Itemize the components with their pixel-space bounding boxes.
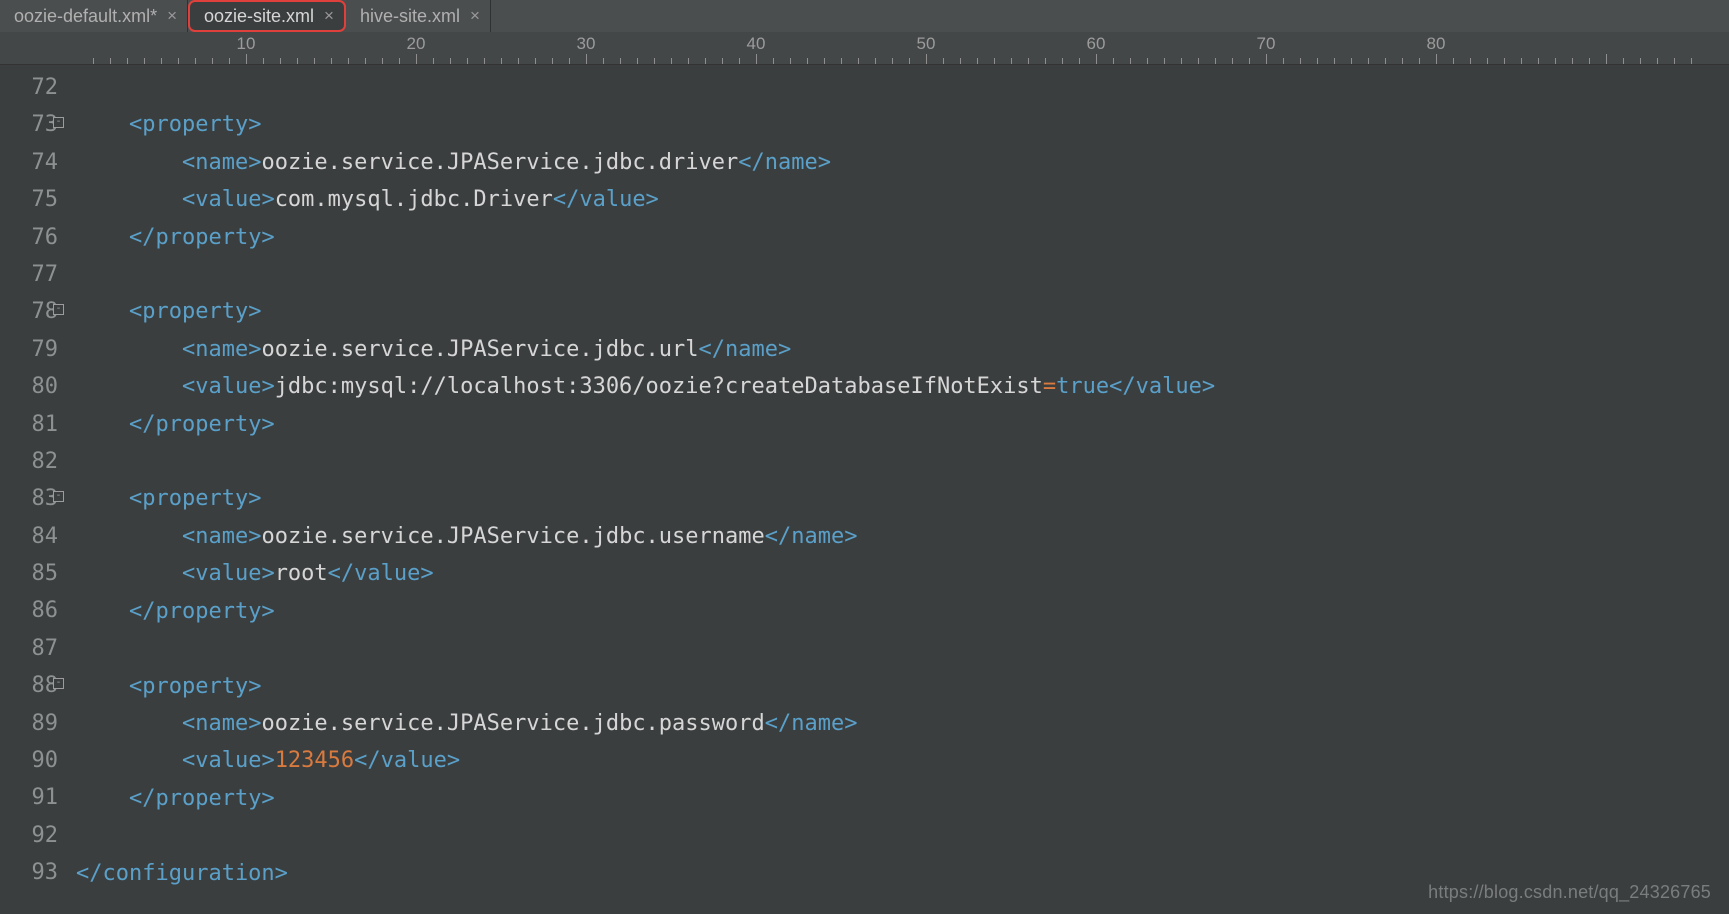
ruler-mark-80: 80	[1427, 34, 1446, 54]
fold-icon[interactable]: -	[53, 491, 64, 502]
code-line[interactable]: <property>	[76, 668, 1215, 705]
close-icon[interactable]: ×	[470, 6, 480, 26]
code-content[interactable]: <property> <name>oozie.service.JPAServic…	[62, 65, 1215, 914]
code-line[interactable]: </property>	[76, 219, 1215, 256]
ruler-mark-10: 10	[237, 34, 256, 54]
line-number: 84	[0, 518, 62, 555]
code-line[interactable]	[76, 817, 1215, 854]
code-line[interactable]: </property>	[76, 406, 1215, 443]
line-number: 79	[0, 331, 62, 368]
close-icon[interactable]: ×	[324, 6, 334, 26]
ruler-mark-50: 50	[917, 34, 936, 54]
line-number: 93	[0, 854, 62, 891]
line-number: 74	[0, 144, 62, 181]
tab-oozie-site-xml[interactable]: oozie-site.xml ×	[188, 0, 346, 32]
code-line[interactable]: <property>	[76, 480, 1215, 517]
tab-hive-site-xml[interactable]: hive-site.xml ×	[346, 0, 491, 32]
line-number: 87	[0, 630, 62, 667]
tab-oozie-default-xml-[interactable]: oozie-default.xml* ×	[0, 0, 188, 32]
ruler-mark-60: 60	[1087, 34, 1106, 54]
code-line[interactable]: <name>oozie.service.JPAService.jdbc.url<…	[76, 331, 1215, 368]
ruler-mark-70: 70	[1257, 34, 1276, 54]
code-line[interactable]: <property>	[76, 106, 1215, 143]
code-line[interactable]: <value>com.mysql.jdbc.Driver</value>	[76, 181, 1215, 218]
ruler-mark-30: 30	[577, 34, 596, 54]
code-line[interactable]: <property>	[76, 293, 1215, 330]
line-number: 76	[0, 219, 62, 256]
tab-label: oozie-default.xml*	[14, 6, 157, 27]
line-number: 92	[0, 817, 62, 854]
line-number: 82	[0, 443, 62, 480]
tab-label: hive-site.xml	[360, 6, 460, 27]
code-line[interactable]	[76, 256, 1215, 293]
code-line[interactable]: </property>	[76, 593, 1215, 630]
code-line[interactable]: </property>	[76, 780, 1215, 817]
line-number: 77	[0, 256, 62, 293]
code-line[interactable]: <value>jdbc:mysql://localhost:3306/oozie…	[76, 368, 1215, 405]
line-number: 80	[0, 368, 62, 405]
line-number: 88-	[0, 667, 62, 704]
code-line[interactable]: <value>root</value>	[76, 555, 1215, 592]
code-line[interactable]: <name>oozie.service.JPAService.jdbc.pass…	[76, 705, 1215, 742]
column-ruler: 10 20 30 40 50 60 70 80	[0, 32, 1729, 65]
line-number: 73-	[0, 106, 62, 143]
code-line[interactable]: </configuration>	[76, 855, 1215, 892]
fold-icon[interactable]: -	[53, 304, 64, 315]
line-number: 91	[0, 779, 62, 816]
line-number: 90	[0, 742, 62, 779]
watermark-text: https://blog.csdn.net/qq_24326765	[1428, 882, 1711, 903]
line-number: 86	[0, 592, 62, 629]
line-number: 83-	[0, 480, 62, 517]
line-number: 89	[0, 705, 62, 742]
line-number: 72	[0, 69, 62, 106]
line-number-gutter: 7273-7475767778-7980818283-8485868788-89…	[0, 65, 62, 914]
code-line[interactable]	[76, 69, 1215, 106]
close-icon[interactable]: ×	[167, 6, 177, 26]
code-line[interactable]: <value>123456</value>	[76, 742, 1215, 779]
ruler-mark-20: 20	[407, 34, 426, 54]
tab-bar: oozie-default.xml*×oozie-site.xml×hive-s…	[0, 0, 1729, 32]
line-number: 85	[0, 555, 62, 592]
fold-icon[interactable]: -	[53, 678, 64, 689]
ruler-mark-40: 40	[747, 34, 766, 54]
code-line[interactable]	[76, 443, 1215, 480]
line-number: 75	[0, 181, 62, 218]
code-line[interactable]	[76, 630, 1215, 667]
tab-label: oozie-site.xml	[204, 6, 314, 27]
code-line[interactable]: <name>oozie.service.JPAService.jdbc.driv…	[76, 144, 1215, 181]
fold-icon[interactable]: -	[53, 117, 64, 128]
line-number: 78-	[0, 293, 62, 330]
line-number: 81	[0, 406, 62, 443]
code-line[interactable]: <name>oozie.service.JPAService.jdbc.user…	[76, 518, 1215, 555]
editor-area: 7273-7475767778-7980818283-8485868788-89…	[0, 65, 1729, 914]
